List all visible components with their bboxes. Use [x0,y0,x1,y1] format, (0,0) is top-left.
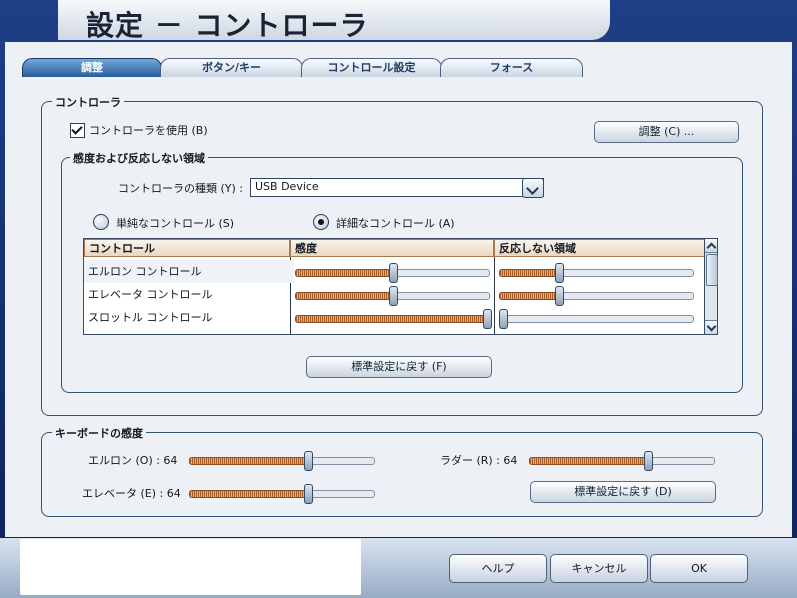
slider-fill [295,292,395,300]
slider-fill [189,490,310,498]
help-button[interactable]: ヘルプ [449,554,547,583]
tab-control-settings[interactable]: コントロール設定 [301,58,442,77]
cancel-button[interactable]: キャンセル [550,554,648,583]
rudder-keyboard-label: ラダー (R) : 64 [440,454,518,467]
controller-type-value: USB Device [255,180,319,193]
slider-fill [499,292,562,300]
column-header-sensitivity: 感度 [290,239,494,257]
throttle-deadzone-slider[interactable] [499,309,694,329]
use-controller-label: コントローラを使用 (B) [89,124,208,137]
table-row-throttle[interactable]: スロットル コントロール [84,306,294,329]
aileron-deadzone-slider[interactable] [499,263,694,283]
simple-control-label: 単純なコントロール (S) [116,217,235,230]
keyboard-group-title: キーボードの感度 [52,425,146,441]
simple-control-radio[interactable] [93,214,109,230]
column-header-deadzone: 反応しない領域 [494,239,705,257]
scroll-down-icon[interactable] [705,320,717,334]
column-header-control: コントロール [84,239,290,257]
slider-thumb[interactable] [555,263,565,283]
aileron-keyboard-slider[interactable] [189,451,375,471]
calibrate-button[interactable]: 調整 (C) ... [594,121,739,143]
reset-sensitivity-button[interactable]: 標準設定に戻す (F) [306,356,492,378]
sensitivity-group-title: 感度および反応しない領域 [70,150,208,166]
slider-thumb[interactable] [643,451,653,471]
status-panel [20,539,361,595]
tab-buttons-keys[interactable]: ボタン/キー [160,58,303,77]
slider-fill [529,457,650,465]
controller-group-title: コントローラ [52,94,124,110]
tab-force[interactable]: フォース [440,58,583,77]
elevator-sensitivity-slider[interactable] [295,286,490,306]
slider-track[interactable] [499,315,694,323]
control-table: コントロール 感度 反応しない領域 エルロン コントロール エレベータ コントロ… [83,238,706,335]
slider-thumb[interactable] [303,484,313,504]
slider-thumb[interactable] [499,309,508,329]
scrollbar-thumb[interactable] [706,254,718,286]
slider-thumb[interactable] [389,263,398,283]
elevator-deadzone-slider[interactable] [499,286,694,306]
slider-fill [189,457,310,465]
throttle-sensitivity-slider[interactable] [295,309,492,329]
slider-fill [295,315,489,323]
slider-thumb[interactable] [555,286,565,306]
table-scrollbar[interactable] [704,238,718,335]
reset-keyboard-button[interactable]: 標準設定に戻す (D) [530,481,716,503]
keyboard-group [41,432,763,517]
slider-thumb[interactable] [389,286,398,306]
scroll-up-icon[interactable] [705,239,717,253]
slider-fill [499,269,562,277]
detailed-control-radio[interactable] [313,214,329,230]
chevron-down-icon[interactable] [522,178,544,198]
window-title: 設定 － コントローラ [86,9,369,42]
aileron-keyboard-label: エルロン (O) : 64 [88,454,178,467]
slider-thumb[interactable] [303,451,313,471]
use-controller-checkbox[interactable] [70,123,85,138]
table-row-elevator[interactable]: エレベータ コントロール [84,283,294,306]
slider-fill [295,269,395,277]
elevator-keyboard-slider[interactable] [189,484,375,504]
controller-type-label: コントローラの種類 (Y) : [118,182,244,195]
detailed-control-label: 詳細なコントロール (A) [336,217,455,230]
elevator-keyboard-label: エレベータ (E) : 64 [82,487,181,500]
aileron-sensitivity-slider[interactable] [295,263,490,283]
tab-calibration[interactable]: 調整 [22,58,162,77]
rudder-keyboard-slider[interactable] [529,451,715,471]
controller-type-select[interactable]: USB Device [250,178,544,198]
table-row-aileron[interactable]: エルロン コントロール [84,260,294,283]
ok-button[interactable]: OK [650,554,748,583]
column-separator [494,257,495,334]
slider-thumb[interactable] [483,309,492,329]
